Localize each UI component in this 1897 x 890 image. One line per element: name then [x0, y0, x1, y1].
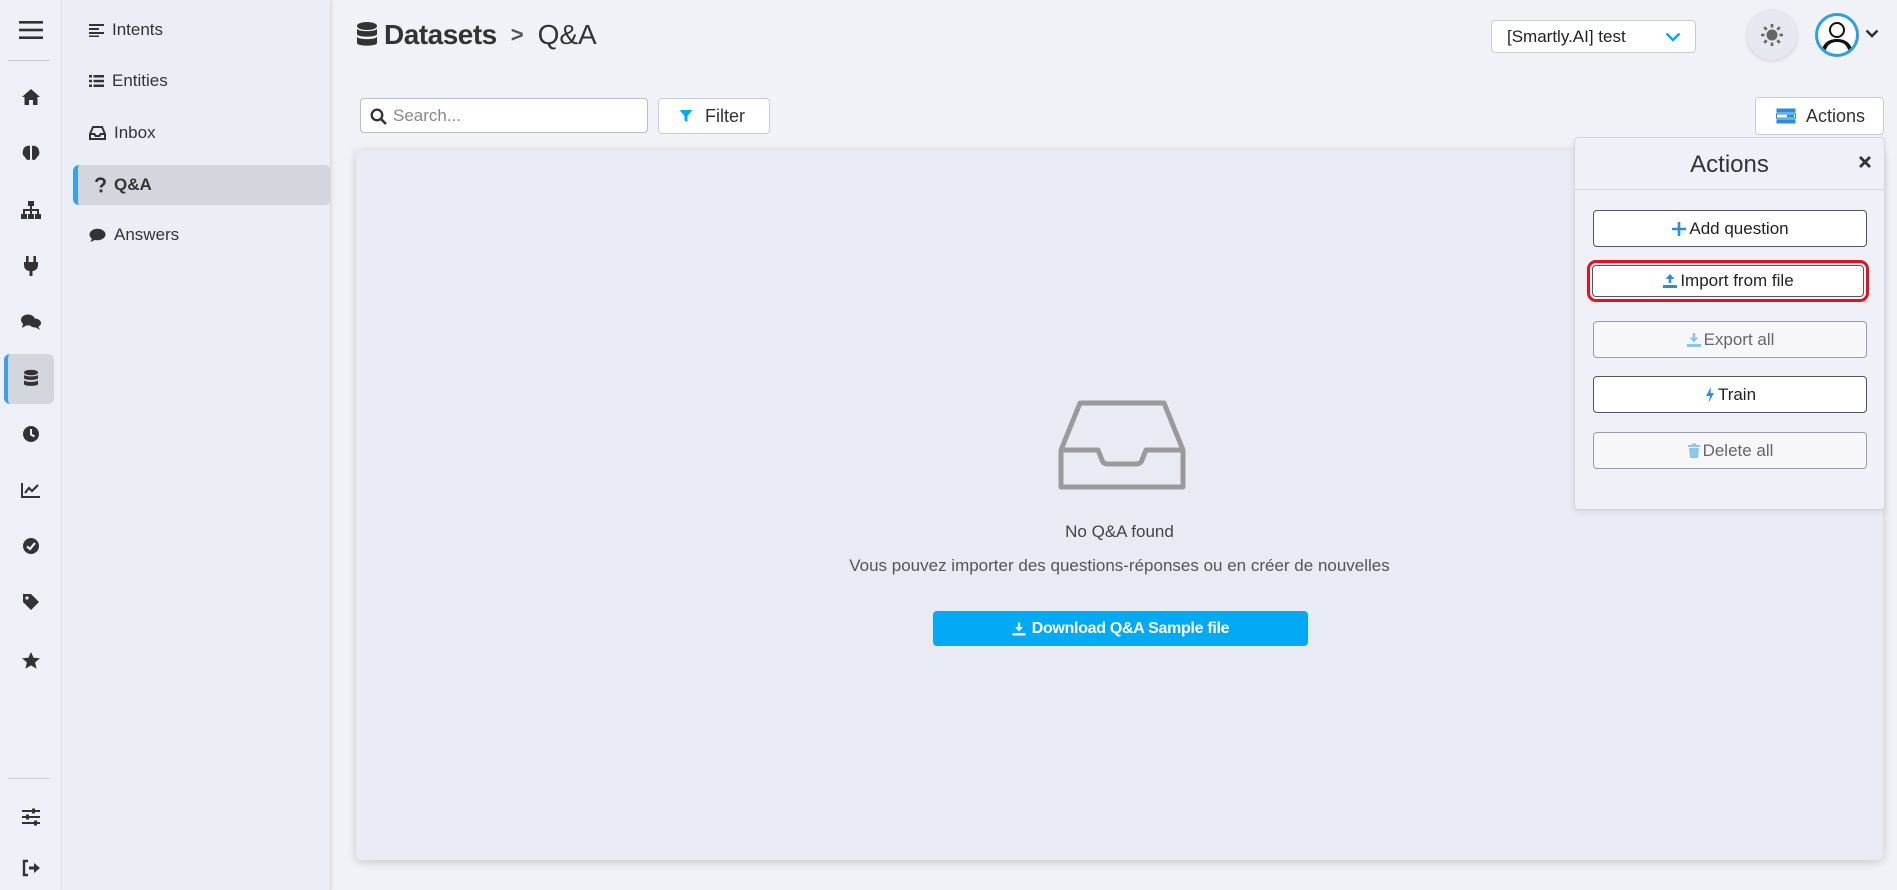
clock-icon[interactable] — [0, 414, 62, 454]
filter-icon — [679, 110, 693, 122]
sidebar-item-label: Q&A — [114, 175, 152, 194]
import-from-file-label: Import from file — [1680, 271, 1794, 290]
actions-button[interactable]: Actions — [1755, 97, 1884, 135]
filter-button[interactable]: Filter — [658, 98, 770, 134]
add-question-button[interactable]: Add question — [1593, 210, 1867, 247]
tag-icon[interactable] — [0, 582, 62, 622]
bolt-icon — [1705, 386, 1714, 403]
chart-icon[interactable] — [0, 470, 62, 510]
align-left-icon — [89, 24, 104, 37]
add-question-label: Add question — [1689, 218, 1789, 238]
download-icon — [1012, 622, 1026, 635]
download-sample-button[interactable]: Download Q&A Sample file — [933, 611, 1308, 646]
home-icon[interactable] — [0, 77, 62, 117]
actions-panel-header: Actions — [1575, 138, 1884, 190]
check-circle-icon[interactable] — [0, 526, 62, 566]
brain-icon[interactable] — [0, 133, 62, 173]
actions-panel: Actions Add question Import from file Ex… — [1574, 137, 1885, 510]
empty-state-subtitle: Vous pouvez importer des questions-répon… — [849, 556, 1390, 575]
delete-all-button[interactable]: Delete all — [1593, 432, 1867, 469]
inbox-icon — [89, 126, 106, 140]
chat-icon[interactable] — [0, 302, 62, 342]
train-button[interactable]: Train — [1593, 376, 1867, 413]
theme-toggle-button[interactable] — [1747, 10, 1797, 60]
logout-icon[interactable] — [0, 848, 62, 888]
icon-rail — [0, 0, 62, 890]
sidebar-item-label: Intents — [112, 20, 164, 39]
comment-icon — [89, 228, 106, 242]
chevron-down-icon — [1665, 32, 1681, 42]
sliders-icon[interactable] — [0, 797, 62, 837]
menu-icon[interactable] — [0, 10, 62, 50]
train-label: Train — [1717, 384, 1757, 404]
filter-label: Filter — [705, 105, 745, 126]
close-icon[interactable] — [1858, 155, 1872, 169]
search-box — [360, 98, 648, 133]
avatar[interactable] — [1815, 13, 1859, 57]
database-icon[interactable] — [4, 354, 54, 404]
search-icon — [370, 108, 387, 125]
sidebar-item-inbox[interactable]: Inbox — [73, 113, 331, 153]
breadcrumb-root[interactable]: Datasets — [384, 19, 497, 51]
actions-panel-title: Actions — [1690, 151, 1769, 178]
inbox-empty-icon — [1058, 400, 1186, 490]
sun-icon — [1761, 24, 1783, 46]
star-icon[interactable] — [0, 640, 62, 680]
sidebar-item-label: Answers — [114, 225, 180, 244]
sitemap-icon[interactable] — [0, 190, 62, 230]
sidebar-item-answers[interactable]: Answers — [73, 215, 331, 255]
project-name: [Smartly.AI] test — [1507, 26, 1626, 46]
actions-label: Actions — [1806, 105, 1866, 126]
download-sample-label: Download Q&A Sample file — [1031, 619, 1230, 637]
database-icon — [357, 22, 377, 46]
breadcrumb-separator: > — [510, 22, 524, 47]
actions-icon — [1776, 108, 1796, 124]
plus-icon — [1672, 221, 1687, 236]
project-selector[interactable]: [Smartly.AI] test — [1491, 20, 1696, 53]
download-icon — [1686, 332, 1701, 347]
search-input[interactable] — [393, 101, 643, 130]
upload-icon — [1663, 274, 1678, 288]
sidebar-item-intents[interactable]: Intents — [73, 10, 331, 50]
list-icon — [89, 75, 104, 87]
user-icon — [1821, 22, 1853, 54]
breadcrumb: Datasets > Q&A — [356, 14, 597, 56]
question-icon — [95, 177, 106, 193]
sidebar-item-label: Inbox — [114, 123, 156, 142]
page-title: Q&A — [537, 19, 597, 50]
chevron-down-icon[interactable] — [1865, 29, 1879, 39]
sidebar-item-label: Entities — [112, 71, 168, 90]
datasets-sidebar: Intents Entities Inbox Q&A Answers — [63, 0, 331, 890]
export-all-label: Export all — [1703, 329, 1775, 349]
empty-state-title: No Q&A found — [1065, 522, 1174, 541]
trash-icon — [1687, 443, 1700, 458]
sidebar-item-qa[interactable]: Q&A — [73, 165, 331, 205]
export-all-button[interactable]: Export all — [1593, 321, 1867, 358]
delete-all-label: Delete all — [1702, 440, 1774, 460]
plug-icon[interactable] — [0, 246, 62, 286]
sidebar-item-entities[interactable]: Entities — [73, 61, 331, 101]
import-from-file-button[interactable]: Import from file — [1587, 260, 1869, 302]
